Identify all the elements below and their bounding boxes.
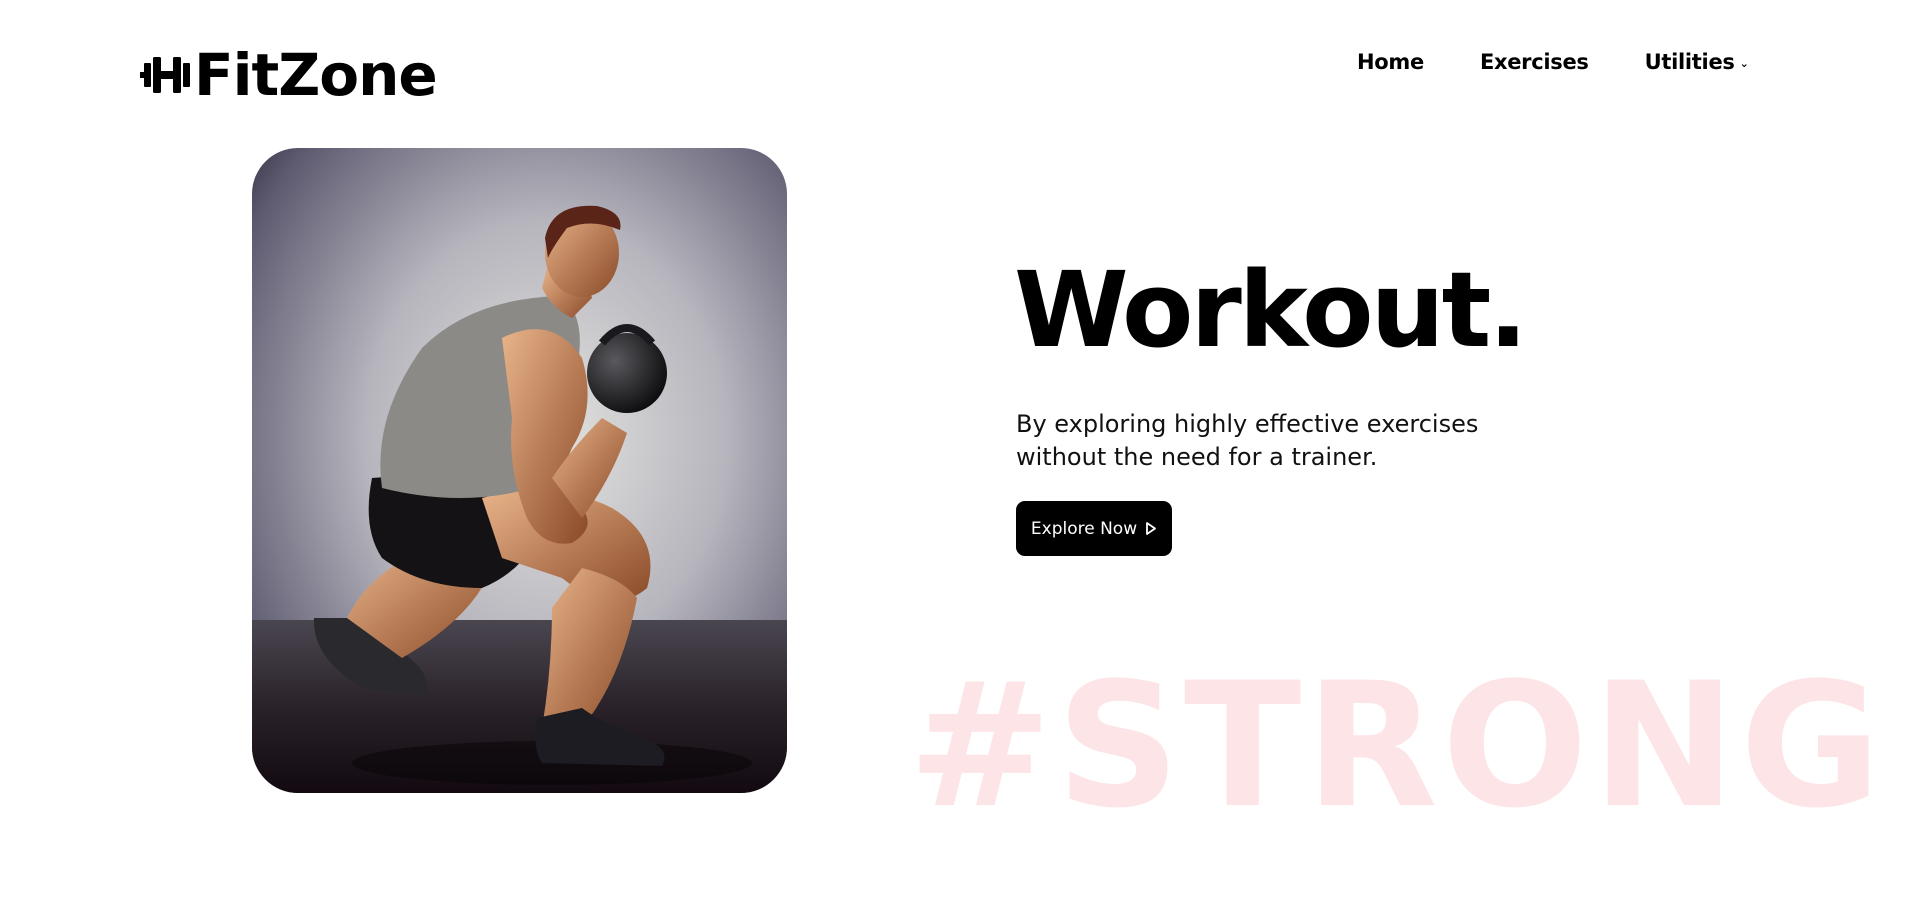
hero-image xyxy=(252,148,787,793)
strong-watermark: #STRONG xyxy=(908,645,1886,846)
explore-now-label: Explore Now xyxy=(1030,518,1138,539)
nav-home-link[interactable]: Home xyxy=(1357,50,1424,74)
athlete-kettlebell-illustration xyxy=(252,148,787,793)
brand-name: FitZone xyxy=(194,41,438,109)
hero-subtitle: By exploring highly effective exercises … xyxy=(1016,410,1479,471)
nav-exercises-label: Exercises xyxy=(1479,50,1589,74)
page: FitZone Home Exercises Utilities ⌄ Worko… xyxy=(0,0,1920,903)
nav-utilities-dropdown[interactable]: Utilities ⌄ xyxy=(1645,50,1749,74)
dumbbell-icon xyxy=(140,57,190,93)
explore-now-button[interactable]: Explore Now xyxy=(1016,501,1172,556)
nav-utilities-label: Utilities xyxy=(1644,50,1735,74)
chevron-down-icon: ⌄ xyxy=(1739,56,1749,70)
main-nav: Home Exercises Utilities ⌄ xyxy=(1357,50,1749,74)
brand-logo[interactable]: FitZone xyxy=(140,41,438,109)
nav-home-label: Home xyxy=(1357,50,1424,74)
hero-headline: Workout. xyxy=(1014,249,1528,371)
play-outline-icon xyxy=(1146,522,1157,535)
nav-exercises-link[interactable]: Exercises xyxy=(1480,50,1589,74)
